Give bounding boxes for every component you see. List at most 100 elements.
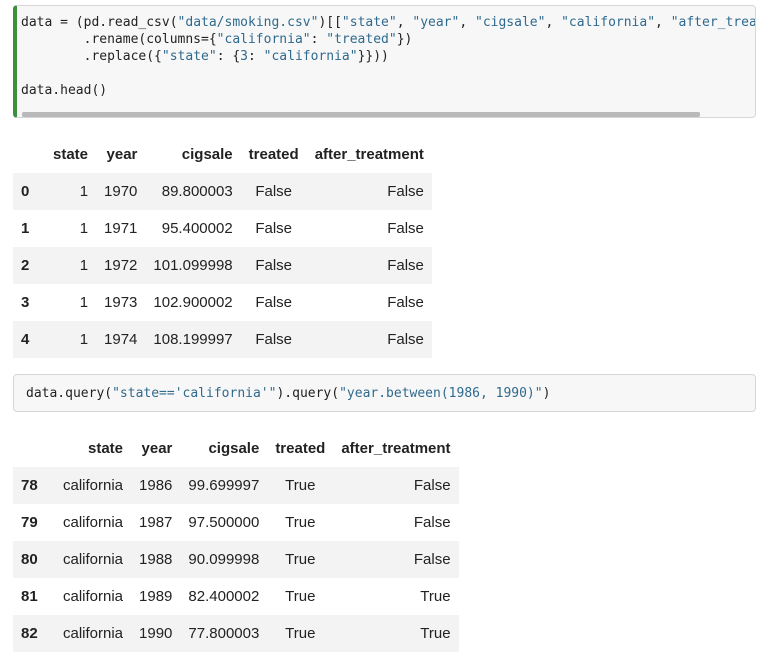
code-token: : — [310, 32, 327, 47]
horizontal-scrollbar-thumb[interactable] — [22, 112, 700, 117]
code-cell-1-source[interactable]: data = (pd.read_csv("data/smoking.csv")[… — [21, 14, 756, 99]
cell-cigsale: 101.099998 — [153, 257, 233, 274]
code-token: "california" — [561, 15, 656, 30]
column-header-year: year — [141, 440, 173, 457]
cell-treated: True — [285, 514, 316, 531]
code-token: ).query( — [276, 386, 340, 401]
row-index: 80 — [21, 551, 38, 568]
code-token: , — [459, 15, 475, 30]
cell-year: 1989 — [139, 588, 173, 605]
column-header-treated: treated — [275, 440, 326, 457]
code-token: "data/smoking.csv" — [177, 15, 319, 30]
cell-state: california — [63, 514, 124, 531]
cell-after-treatment: False — [413, 477, 451, 494]
code-cell-2-source[interactable]: data.query("state=='california'").query(… — [26, 385, 550, 402]
code-token: .rename(columns={ — [21, 32, 217, 47]
cell-after-treatment: False — [413, 551, 451, 568]
cell-after-treatment: True — [420, 588, 451, 605]
code-line: .rename(columns={"california": "treated"… — [21, 31, 755, 48]
cell-cigsale: 82.400002 — [188, 588, 260, 605]
cell-year: 1972 — [104, 257, 138, 274]
cell-after-treatment: False — [387, 294, 424, 311]
code-token: }})) — [357, 49, 389, 64]
code-token: : — [248, 49, 264, 64]
row-index: 2 — [21, 257, 30, 274]
code-cell-2[interactable]: data.query("state=='california'").query(… — [13, 374, 756, 412]
code-token: data.query( — [26, 386, 113, 401]
row-index: 79 — [21, 514, 38, 531]
index-header — [13, 430, 55, 467]
column-header-after-treatment: after_treatment — [314, 146, 424, 163]
cell-cigsale: 95.400002 — [161, 220, 233, 237]
table-row: 79 california 1987 97.500000 True False — [13, 504, 459, 541]
cell-state: california — [63, 625, 124, 642]
code-line: .replace({"state": {3: "california"}})) — [21, 48, 755, 65]
table-row: 3 1 1973 102.900002 False False — [13, 284, 432, 321]
column-header-cigsale: cigsale — [208, 440, 260, 457]
cell-cigsale: 90.099998 — [188, 551, 260, 568]
code-token: "california" — [263, 49, 358, 64]
cell-year: 1970 — [104, 183, 138, 200]
code-cell-1[interactable]: data = (pd.read_csv("data/smoking.csv")[… — [13, 5, 756, 118]
code-token: "state=='california'" — [112, 386, 277, 401]
cell-after-treatment: False — [387, 257, 424, 274]
cell-state: 1 — [79, 183, 89, 200]
dataframe-output-1: state year cigsale treated after_treatme… — [13, 136, 432, 358]
horizontal-scrollbar[interactable] — [22, 112, 700, 117]
cell-year: 1971 — [104, 220, 138, 237]
table-row: 78 california 1986 99.699997 True False — [13, 467, 459, 504]
code-token: "state" — [341, 15, 397, 30]
cell-treated: True — [285, 551, 316, 568]
cell-cigsale: 77.800003 — [188, 625, 260, 642]
table-row: 1 1 1971 95.400002 False False — [13, 210, 432, 247]
code-token: , — [655, 15, 671, 30]
row-index: 4 — [21, 331, 30, 348]
cell-state: 1 — [79, 257, 89, 274]
cell-state: california — [63, 551, 124, 568]
index-header — [13, 136, 45, 173]
code-token: : { — [216, 49, 241, 64]
cell-state: 1 — [79, 220, 89, 237]
cell-after-treatment: False — [387, 331, 424, 348]
cell-treated: True — [285, 477, 316, 494]
row-index: 81 — [21, 588, 38, 605]
code-token: "california" — [216, 32, 311, 47]
cell-after-treatment: False — [387, 220, 424, 237]
code-token: "after_treatm — [670, 15, 756, 30]
table-row: 4 1 1974 108.199997 False False — [13, 321, 432, 358]
cell-state: california — [63, 588, 124, 605]
code-token: data.head() — [21, 83, 108, 98]
cell-treated: False — [255, 331, 293, 348]
column-header-cigsale: cigsale — [181, 146, 233, 163]
cell-year: 1986 — [139, 477, 173, 494]
cell-cigsale: 108.199997 — [153, 331, 233, 348]
code-line: data.head() — [21, 82, 755, 99]
column-header-after-treatment: after_treatment — [341, 440, 451, 457]
cell-state: 1 — [79, 331, 89, 348]
cell-year: 1988 — [139, 551, 173, 568]
code-token: }) — [396, 32, 413, 47]
cell-treated: False — [255, 183, 293, 200]
table-row: 80 california 1988 90.099998 True False — [13, 541, 459, 578]
cell-after-treatment: False — [413, 514, 451, 531]
cell-year: 1990 — [139, 625, 173, 642]
cell-year: 1987 — [139, 514, 173, 531]
row-index: 0 — [21, 183, 30, 200]
cell-treated: False — [255, 220, 293, 237]
row-index: 78 — [21, 477, 38, 494]
table-row: 81 california 1989 82.400002 True True — [13, 578, 459, 615]
dataframe-output-2: state year cigsale treated after_treatme… — [13, 430, 459, 652]
cell-cigsale: 99.699997 — [188, 477, 260, 494]
cell-state: california — [63, 477, 124, 494]
code-token: ) — [542, 386, 551, 401]
table-row: 2 1 1972 101.099998 False False — [13, 247, 432, 284]
table-row: 0 1 1970 89.800003 False False — [13, 173, 432, 210]
row-index: 82 — [21, 625, 38, 642]
code-token: , — [545, 15, 562, 30]
cell-treated: False — [255, 294, 293, 311]
code-token: .replace({ — [21, 49, 162, 64]
code-token: data = (pd.read_csv( — [21, 15, 178, 30]
cell-state: 1 — [79, 294, 89, 311]
row-index: 1 — [21, 220, 30, 237]
